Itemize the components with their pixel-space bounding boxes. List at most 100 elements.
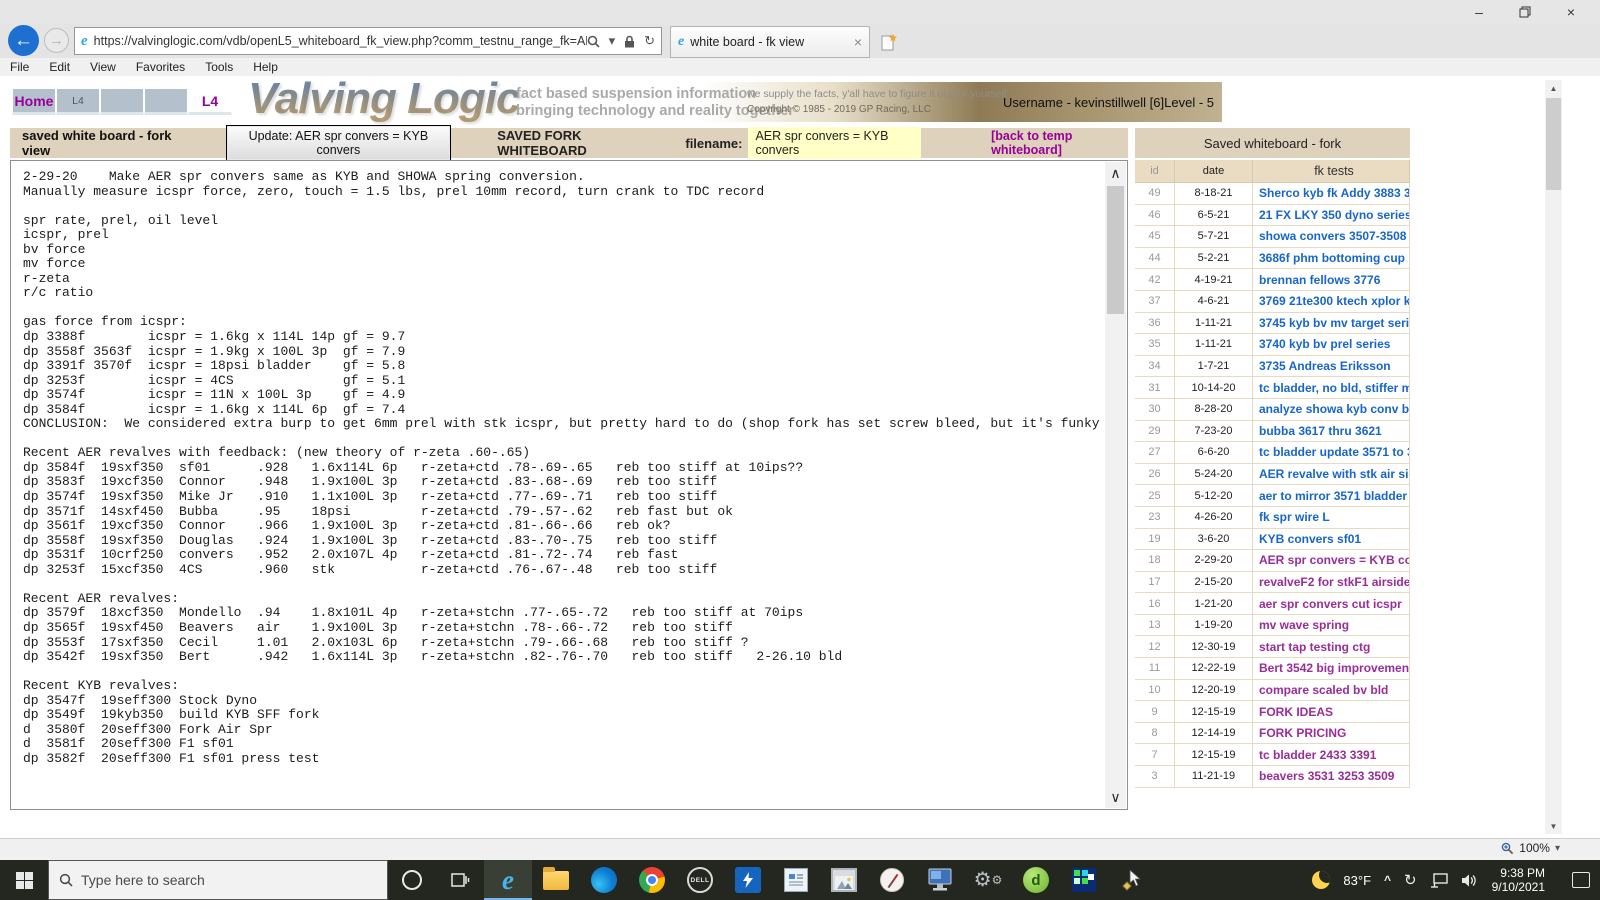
taskbar-dyno-app-button[interactable] (724, 860, 772, 900)
fk-test-link[interactable]: FORK IDEAS (1259, 705, 1333, 719)
fk-test-link[interactable]: tc bladder 2433 3391 (1259, 748, 1376, 762)
taskbar-file-explorer-button[interactable] (532, 860, 580, 900)
fk-test-link[interactable]: Bert 3542 big improvement (1259, 661, 1409, 675)
fk-test-link[interactable]: brennan fellows 3776 (1259, 273, 1380, 287)
gears-icon: ⚙⚙ (973, 869, 1003, 891)
task-view-button[interactable] (436, 860, 484, 900)
zoom-control[interactable]: 100% ▾ (1501, 841, 1560, 855)
close-button[interactable]: × (1548, 0, 1594, 24)
taskbar-retro-app-button[interactable] (1060, 860, 1108, 900)
fk-test-link[interactable]: Sherco kyb fk Addy 3883 3903 (1259, 186, 1409, 200)
fk-test-link[interactable]: start tap testing ctg (1259, 640, 1370, 654)
windows-logo-icon (15, 871, 33, 889)
whiteboard-text[interactable]: 2-29-20 Make AER spr convers same as KYB… (13, 163, 1102, 807)
forward-button[interactable]: → (44, 28, 69, 53)
page-scrollbar[interactable]: ▲ ▼ (1545, 80, 1562, 834)
scrollbar-thumb[interactable] (1107, 186, 1124, 314)
fk-test-link[interactable]: aer to mirror 3571 bladder (1259, 489, 1407, 503)
menu-item[interactable]: Favorites (136, 60, 185, 74)
pixel-app-icon (1072, 868, 1096, 892)
volume-icon[interactable] (1461, 873, 1479, 888)
taskbar-search[interactable] (48, 860, 388, 900)
sync-icon[interactable]: ↻ (1404, 871, 1417, 889)
taskbar-dvd-app-button[interactable]: d (1012, 860, 1060, 900)
fk-test-link[interactable]: analyze showa kyb conv bladder (1259, 402, 1409, 416)
site-nav-tab[interactable]: L4 (56, 88, 100, 115)
taskbar-remote-desktop-button[interactable] (916, 860, 964, 900)
taskbar-settings-app-button[interactable]: ⚙⚙ (964, 860, 1012, 900)
fk-test-link[interactable]: showa convers 3507-3508 (1259, 229, 1406, 243)
fk-test-link[interactable]: 3740 kyb bv prel series (1259, 337, 1390, 351)
whiteboard-scrollbar[interactable]: ∧ ∨ (1105, 162, 1126, 808)
search-input[interactable] (81, 872, 351, 888)
update-button[interactable]: Update: AER spr convers = KYB convers (225, 125, 452, 161)
taskbar-chrome-button[interactable] (628, 860, 676, 900)
zoom-dropdown-icon[interactable]: ▾ (1555, 843, 1560, 854)
restore-button[interactable] (1502, 0, 1548, 24)
fk-test-link[interactable]: 3769 21te300 ktech xplor kit (1259, 294, 1409, 308)
taskbar-ie-button[interactable]: e (484, 860, 532, 900)
menu-item[interactable]: View (90, 60, 116, 74)
fk-test-link[interactable]: tc bladder update 3571 to 3604 (1259, 445, 1409, 459)
page-scrollbar-thumb[interactable] (1546, 98, 1561, 190)
url-text: https://valvinglogic.com/vdb/openL5_whit… (93, 34, 587, 48)
site-nav-tab[interactable]: L4 (188, 88, 232, 115)
fk-test-link[interactable]: tc bladder, no bld, stiffer mv (1259, 381, 1409, 395)
fk-test-link[interactable]: 3735 Andreas Eriksson (1259, 359, 1391, 373)
address-bar[interactable]: e https://valvinglogic.com/vdb/openL5_wh… (74, 27, 662, 55)
menu-item[interactable]: File (10, 60, 29, 74)
fk-test-link[interactable]: FORK PRICING (1259, 726, 1346, 740)
fk-test-link[interactable]: 21 FX LKY 350 dyno series (1259, 208, 1409, 222)
fk-test-link[interactable]: fk spr wire L (1259, 510, 1330, 524)
back-to-temp-link[interactable]: [back to temp whiteboard] (991, 129, 1128, 157)
tray-chevron-up-icon[interactable]: ^ (1384, 873, 1391, 887)
scroll-down-icon[interactable]: ∨ (1105, 786, 1126, 808)
fk-test-link[interactable]: bubba 3617 thru 3621 (1259, 424, 1382, 438)
taskbar-compass-app-button[interactable] (868, 860, 916, 900)
minimize-button[interactable]: – (1456, 0, 1502, 24)
search-dropdown-icon[interactable]: ▾ (609, 33, 616, 49)
taskbar-report-app-button[interactable] (772, 860, 820, 900)
fk-test-link[interactable]: KYB convers sf01 (1259, 532, 1361, 546)
taskbar-clock[interactable]: 9:38 PM 9/10/2021 (1492, 866, 1545, 894)
taskbar-cursor-app-button[interactable] (1108, 860, 1156, 900)
action-center-icon[interactable] (1572, 872, 1590, 888)
fk-test-link[interactable]: AER spr convers = KYB convers (1259, 553, 1409, 567)
fk-test-link[interactable]: AER revalve with stk air side (1259, 467, 1409, 481)
row-id: 9 (1135, 701, 1175, 723)
row-id: 13 (1135, 614, 1175, 637)
site-nav-tab[interactable] (144, 88, 188, 115)
cortana-button[interactable] (388, 860, 436, 900)
fk-test-link[interactable]: aer spr convers cut icspr (1259, 597, 1402, 611)
fk-test-link[interactable]: revalveF2 for stkF1 airside (1259, 575, 1409, 589)
taskbar-edge-button[interactable] (580, 860, 628, 900)
site-nav-tab[interactable]: Home (12, 88, 56, 115)
row-id: 25 (1135, 485, 1175, 507)
temperature-label[interactable]: 83°F (1343, 873, 1371, 888)
fk-test-link[interactable]: beavers 3531 3253 3509 (1259, 769, 1394, 783)
scroll-up-icon[interactable]: ∧ (1105, 162, 1126, 184)
refresh-icon[interactable]: ↻ (644, 33, 655, 49)
fk-test-link[interactable]: 3686f phm bottoming cup (1259, 251, 1405, 265)
taskbar-photo-viewer-button[interactable] (820, 860, 868, 900)
network-icon[interactable] (1430, 872, 1448, 888)
menu-item[interactable]: Help (253, 60, 278, 74)
new-tab-button[interactable] (876, 30, 902, 54)
site-nav-tab[interactable] (100, 88, 144, 115)
search-icon[interactable] (587, 35, 600, 48)
fk-test-link[interactable]: mv wave spring (1259, 618, 1349, 632)
browser-tab[interactable]: e white board - fk view × (670, 26, 870, 58)
row-id: 42 (1135, 269, 1175, 291)
page-scroll-down-icon[interactable]: ▼ (1545, 818, 1562, 834)
weather-moon-icon[interactable] (1312, 871, 1331, 889)
start-button[interactable] (0, 860, 48, 900)
back-button[interactable]: ← (8, 25, 39, 56)
row-date: 4-26-20 (1175, 506, 1253, 529)
tab-close-icon[interactable]: × (854, 34, 862, 50)
menu-item[interactable]: Edit (49, 60, 70, 74)
fk-test-link[interactable]: compare scaled bv bld (1259, 683, 1388, 697)
fk-test-link[interactable]: 3745 kyb bv mv target series (1259, 316, 1409, 330)
menu-item[interactable]: Tools (205, 60, 233, 74)
taskbar-dell-button[interactable]: DELL (676, 860, 724, 900)
page-scroll-up-icon[interactable]: ▲ (1545, 80, 1562, 96)
